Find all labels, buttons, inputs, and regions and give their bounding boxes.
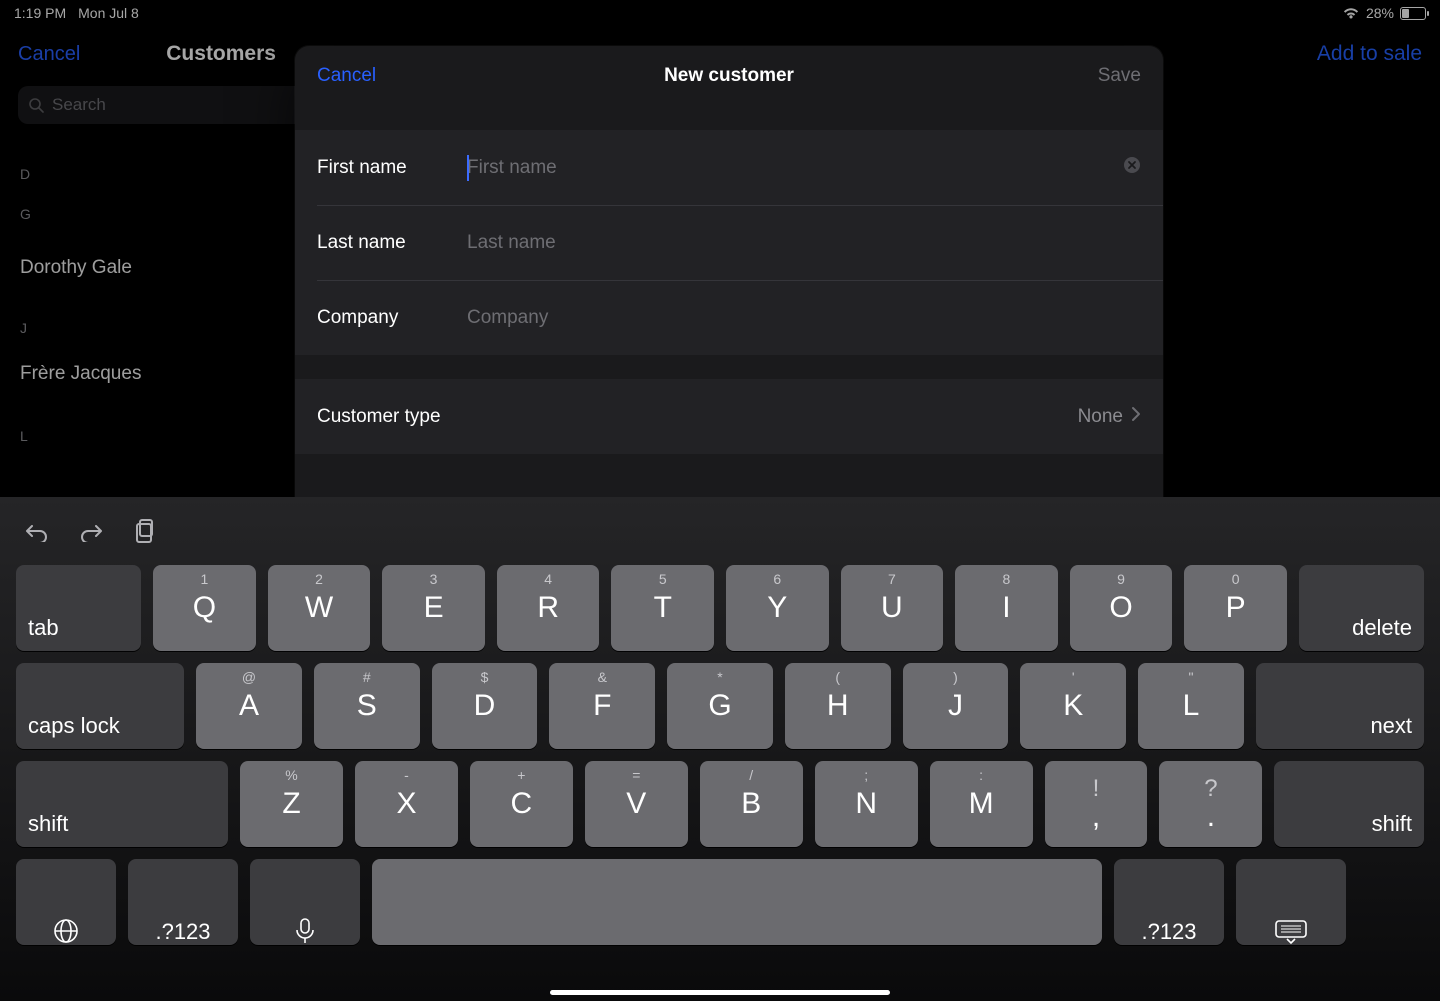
first-name-row: First name — [295, 130, 1163, 205]
first-name-field[interactable] — [467, 157, 1123, 179]
key-shift-left[interactable]: shift — [16, 761, 228, 847]
key-t[interactable]: 5T — [611, 565, 714, 651]
key-space[interactable] — [372, 859, 1102, 945]
key-shift-right[interactable]: shift — [1274, 761, 1424, 847]
key-y[interactable]: 6Y — [726, 565, 829, 651]
modal-type-section: Customer type None — [295, 379, 1163, 454]
key-x[interactable]: -X — [355, 761, 458, 847]
key-a[interactable]: @A — [196, 663, 302, 749]
on-screen-keyboard: tab1Q2W3E4R5T6Y7U8I9O0Pdelete caps lock@… — [0, 497, 1440, 1001]
chevron-right-icon — [1131, 406, 1141, 428]
key-k[interactable]: 'K — [1020, 663, 1126, 749]
key-d[interactable]: $D — [432, 663, 538, 749]
modal-save-button[interactable]: Save — [1098, 65, 1141, 87]
home-indicator — [550, 990, 890, 995]
key-b[interactable]: /B — [700, 761, 803, 847]
key-s[interactable]: #S — [314, 663, 420, 749]
key-o[interactable]: 9O — [1070, 565, 1173, 651]
modal-form-section: First name Last name Company — [295, 130, 1163, 355]
key-q[interactable]: 1Q — [153, 565, 256, 651]
text-caret — [467, 155, 469, 181]
key-comma[interactable]: !, — [1045, 761, 1148, 847]
company-label: Company — [317, 307, 467, 329]
key-period[interactable]: ?. — [1159, 761, 1262, 847]
first-name-label: First name — [317, 157, 467, 179]
key-r[interactable]: 4R — [497, 565, 600, 651]
key-numsym-left[interactable]: .?123 — [128, 859, 238, 945]
key-c[interactable]: +C — [470, 761, 573, 847]
key-e[interactable]: 3E — [382, 565, 485, 651]
keyboard-rows: tab1Q2W3E4R5T6Y7U8I9O0Pdelete caps lock@… — [0, 555, 1440, 961]
key-globe[interactable] — [16, 859, 116, 945]
redo-icon[interactable] — [78, 520, 104, 542]
key-z[interactable]: %Z — [240, 761, 343, 847]
last-name-field[interactable] — [467, 232, 1141, 254]
clipboard-icon[interactable] — [132, 518, 156, 544]
customer-type-row[interactable]: Customer type None — [295, 379, 1163, 454]
key-p[interactable]: 0P — [1184, 565, 1287, 651]
customer-type-value: None — [1078, 406, 1123, 428]
key-i[interactable]: 8I — [955, 565, 1058, 651]
key-numsym-right[interactable]: .?123 — [1114, 859, 1224, 945]
last-name-row: Last name — [295, 205, 1163, 280]
customer-type-label: Customer type — [317, 406, 441, 428]
undo-icon[interactable] — [24, 520, 50, 542]
last-name-label: Last name — [317, 232, 467, 254]
keyboard-toolbar — [0, 507, 1440, 555]
modal-cancel-button[interactable]: Cancel — [317, 65, 376, 87]
modal-title: New customer — [295, 65, 1163, 87]
clear-icon[interactable] — [1123, 156, 1141, 179]
key-delete[interactable]: delete — [1299, 565, 1424, 651]
key-n[interactable]: ;N — [815, 761, 918, 847]
modal-header: Cancel New customer Save — [295, 46, 1163, 106]
key-w[interactable]: 2W — [268, 565, 371, 651]
company-field[interactable] — [467, 307, 1141, 329]
key-h[interactable]: (H — [785, 663, 891, 749]
key-u[interactable]: 7U — [841, 565, 944, 651]
key-f[interactable]: &F — [549, 663, 655, 749]
key-tab[interactable]: tab — [16, 565, 141, 651]
key-m[interactable]: :M — [930, 761, 1033, 847]
key-v[interactable]: =V — [585, 761, 688, 847]
key-g[interactable]: *G — [667, 663, 773, 749]
key-capslock[interactable]: caps lock — [16, 663, 184, 749]
key-mic[interactable] — [250, 859, 360, 945]
company-row: Company — [295, 280, 1163, 355]
key-l[interactable]: "L — [1138, 663, 1244, 749]
key-next[interactable]: next — [1256, 663, 1424, 749]
key-j[interactable]: )J — [903, 663, 1009, 749]
key-dismiss-keyboard[interactable] — [1236, 859, 1346, 945]
